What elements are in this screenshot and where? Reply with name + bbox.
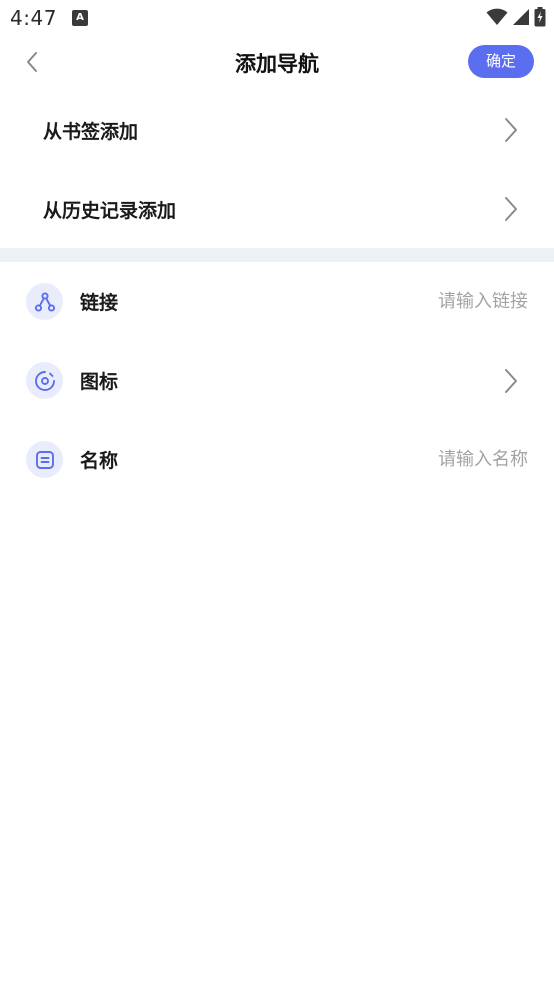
share-icon [34, 291, 55, 312]
icon-picker-badge [26, 362, 63, 399]
link-label: 链接 [80, 292, 119, 314]
name-input[interactable] [348, 443, 528, 476]
name-icon-badge [26, 441, 63, 478]
add-from-bookmarks-label: 从书签添加 [43, 120, 139, 143]
icon-label: 图标 [80, 371, 119, 393]
link-icon-badge [26, 283, 63, 320]
status-time: 4:47 [10, 6, 57, 30]
add-from-bookmarks-row[interactable]: 从书签添加 [0, 91, 554, 169]
name-row: 名称 [0, 420, 554, 499]
app-header: 添加导航 确定 [0, 38, 554, 86]
icon-row[interactable]: 图标 [0, 341, 554, 420]
confirm-button[interactable]: 确定 [468, 45, 534, 78]
text-box-icon [35, 450, 54, 469]
cellular-signal-icon [513, 9, 529, 25]
status-indicators [486, 7, 546, 27]
add-from-history-row[interactable]: 从历史记录添加 [0, 170, 554, 248]
section-divider [0, 248, 554, 262]
disc-icon [34, 370, 55, 391]
link-row: 链接 [0, 262, 554, 341]
link-input[interactable] [348, 285, 528, 318]
chevron-right-icon [505, 368, 517, 393]
chevron-right-icon [505, 197, 517, 221]
battery-charging-icon [534, 7, 546, 27]
add-navigation-screen: 4:47 A 添加导航 确定 从书签添加 从历史记录添加 链接 请输入链接 图标… [0, 0, 554, 984]
wifi-icon [486, 8, 508, 25]
name-label: 名称 [80, 450, 119, 472]
notification-icon: A [72, 10, 88, 26]
add-from-history-label: 从历史记录添加 [43, 199, 177, 222]
chevron-right-icon [505, 118, 517, 142]
status-bar: 4:47 A [0, 0, 554, 38]
